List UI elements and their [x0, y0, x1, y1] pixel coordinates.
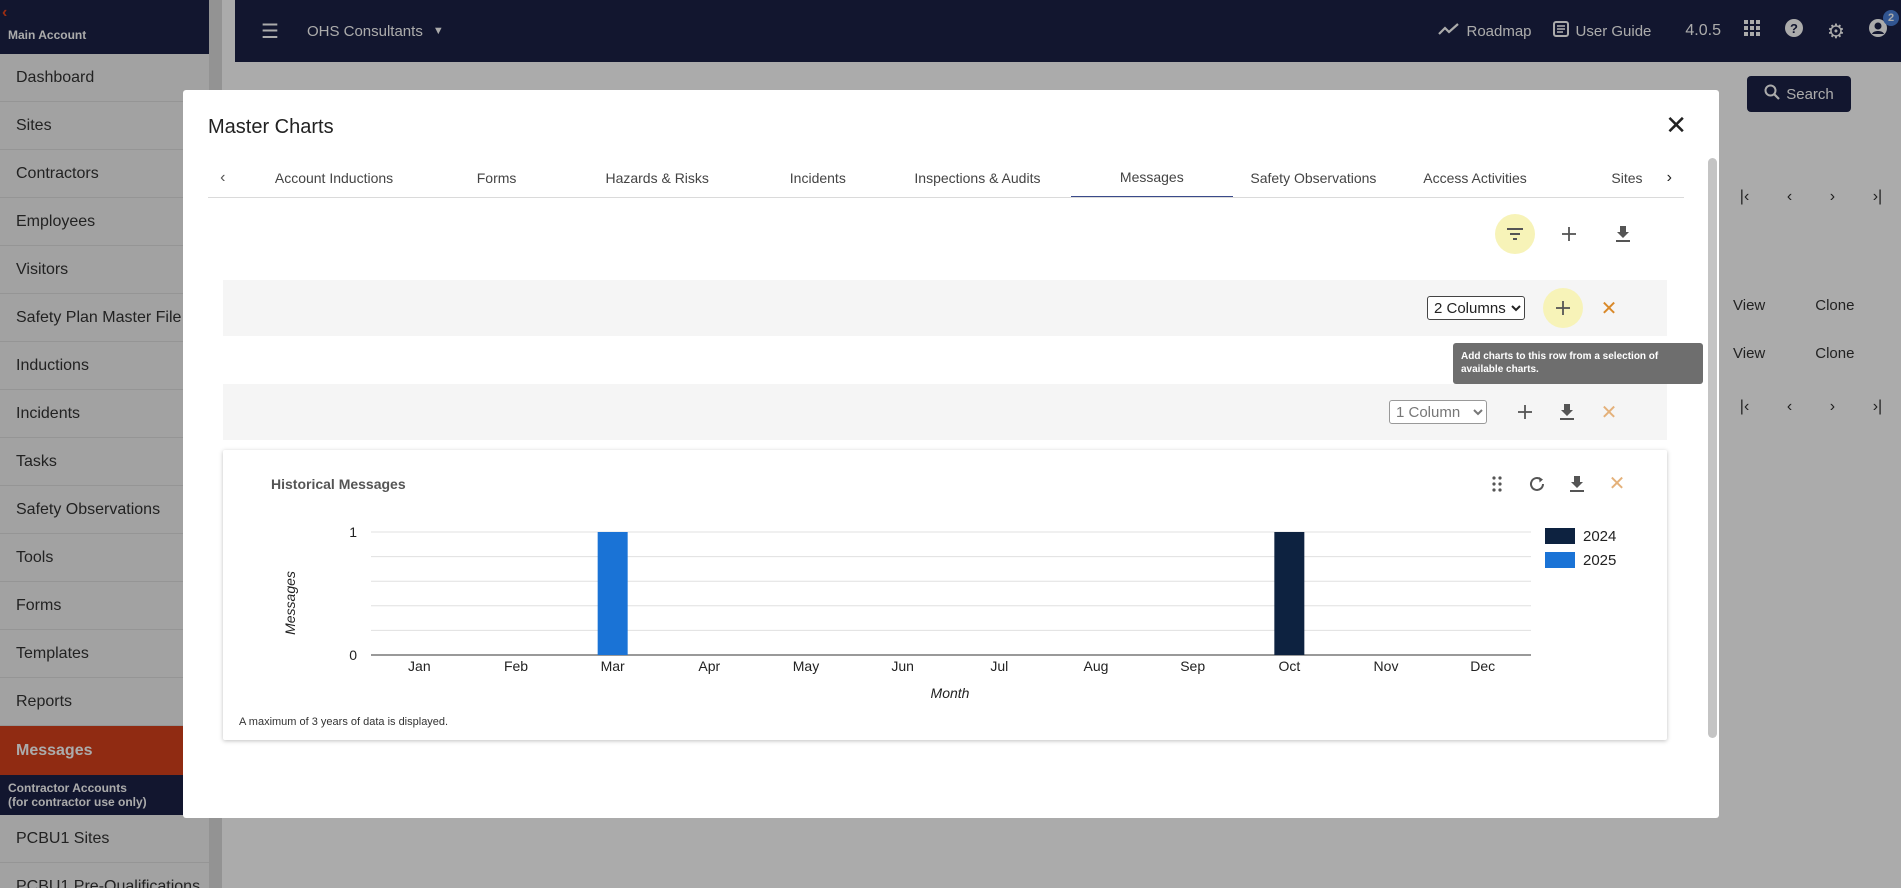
- tab-incidents[interactable]: Incidents: [752, 158, 884, 197]
- x-tick-label: Mar: [601, 658, 625, 674]
- row2-column-select[interactable]: 1 Column 2 Columns: [1389, 400, 1487, 424]
- remove-row-icon[interactable]: ✕: [1589, 400, 1629, 425]
- x-tick-label: Nov: [1374, 658, 1399, 674]
- tabs-scroll-left-icon[interactable]: ‹: [208, 169, 237, 187]
- tab-label: Forms: [476, 169, 517, 186]
- chart-tabs: ‹ Account Inductions Forms Hazards & Ris…: [208, 158, 1684, 198]
- chart-bars: [597, 532, 1305, 655]
- chart-row-1: 1 Column 2 Columns ✕: [223, 280, 1667, 336]
- add-chart-icon[interactable]: [1505, 392, 1545, 432]
- legend-label: 2024: [1583, 528, 1616, 545]
- tab-messages[interactable]: Messages: [1071, 158, 1233, 197]
- legend-swatch: [1545, 528, 1575, 544]
- tab-label: Inspections & Audits: [914, 169, 1041, 186]
- chart-note: A maximum of 3 years of data is displaye…: [239, 716, 449, 728]
- download-icon[interactable]: [1551, 392, 1583, 432]
- master-toolbar: [1495, 214, 1643, 254]
- add-chart-tooltip: Add charts to this row from a selection …: [1453, 343, 1703, 384]
- x-tick-label: Apr: [698, 658, 720, 674]
- row1-column-select[interactable]: 1 Column 2 Columns: [1427, 296, 1525, 320]
- scrollbar-thumb[interactable]: [1708, 158, 1717, 738]
- tab-label: Account Inductions: [274, 169, 394, 186]
- tab-label: Hazards & Risks: [605, 169, 709, 186]
- tab-label: Safety Observations: [1250, 169, 1377, 186]
- filter-icon[interactable]: [1495, 214, 1535, 254]
- download-icon[interactable]: [1603, 214, 1643, 254]
- chart-card: Historical Messages ✕ Jan Feb Mar Apr May Jun…: [223, 450, 1667, 740]
- x-tick-label: Feb: [504, 658, 528, 674]
- x-tick-label: Jan: [408, 658, 431, 674]
- chart-row-2: 1 Column 2 Columns ✕: [223, 384, 1667, 440]
- chart-legend: 2024 2025: [1545, 528, 1616, 569]
- tab-sites[interactable]: Sites: [1556, 158, 1655, 197]
- x-tick-label: May: [793, 658, 819, 674]
- modal-scrollbar[interactable]: [1705, 158, 1719, 814]
- x-tick-label: Jun: [891, 658, 914, 674]
- bar-2024-Oct[interactable]: [1274, 532, 1305, 655]
- x-tick-label: Dec: [1470, 658, 1495, 674]
- tab-hazards-risks[interactable]: Hazards & Risks: [563, 158, 752, 197]
- tab-access-activities[interactable]: Access Activities: [1394, 158, 1556, 197]
- bar-chart: Jan Feb Mar Apr May Jun Jul Aug Sep Oct Nov Dec 01 …: [282, 524, 1616, 701]
- tab-label: Access Activities: [1423, 169, 1527, 186]
- close-icon[interactable]: ✕: [1665, 110, 1687, 141]
- modal-title: Master Charts: [208, 116, 334, 138]
- tab-account-inductions[interactable]: Account Inductions: [237, 158, 430, 197]
- bar-2025-Mar[interactable]: [597, 532, 628, 655]
- x-tick-label: Aug: [1084, 658, 1109, 674]
- x-tick-labels: Jan Feb Mar Apr May Jun Jul Aug Sep Oct Nov Dec: [408, 658, 1495, 674]
- legend-swatch: [1545, 552, 1575, 568]
- y-tick-labels: 01: [349, 524, 357, 663]
- x-tick-label: Jul: [990, 658, 1008, 674]
- add-row-icon[interactable]: [1549, 214, 1589, 254]
- y-axis-label: Messages: [282, 571, 298, 635]
- chart-grid: [371, 531, 1531, 656]
- y-tick-label: 0: [349, 647, 357, 663]
- tab-inspections-audits[interactable]: Inspections & Audits: [884, 158, 1071, 197]
- legend-label: 2025: [1583, 552, 1616, 569]
- remove-row-icon[interactable]: ✕: [1589, 296, 1629, 321]
- tab-safety-observations[interactable]: Safety Observations: [1233, 158, 1395, 197]
- tab-label: Incidents: [789, 169, 846, 186]
- x-tick-label: Sep: [1180, 658, 1205, 674]
- tabs-scroll-right-icon[interactable]: ›: [1655, 169, 1684, 187]
- x-tick-label: Oct: [1278, 658, 1300, 674]
- x-axis-label: Month: [931, 685, 970, 701]
- add-chart-icon[interactable]: [1543, 288, 1583, 328]
- master-charts-modal: Master Charts ✕ ‹ Account Inductions For…: [183, 90, 1719, 818]
- tab-label: Messages: [1119, 168, 1184, 185]
- y-tick-label: 1: [349, 524, 357, 540]
- tab-forms[interactable]: Forms: [431, 158, 563, 197]
- tab-label: Sites: [1611, 169, 1643, 186]
